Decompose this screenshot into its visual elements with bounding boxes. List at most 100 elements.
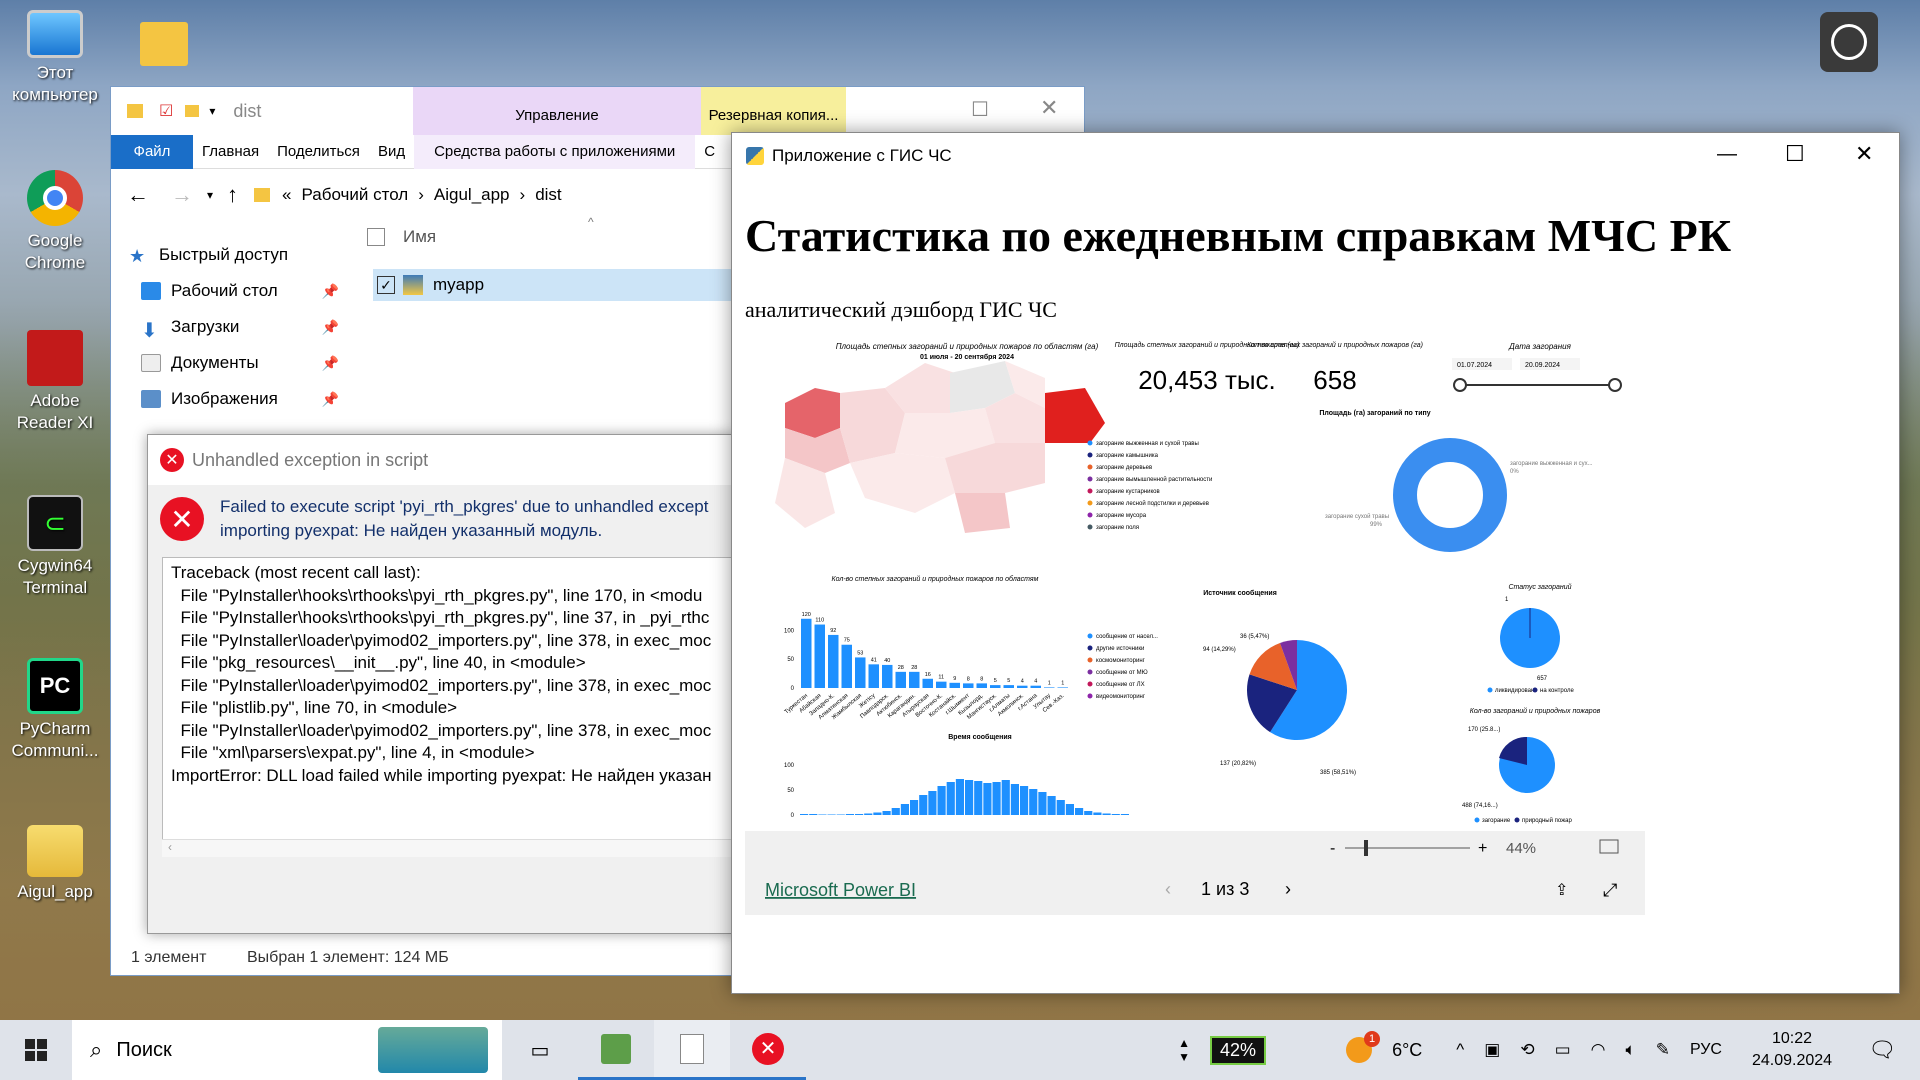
horizontal-scrollbar[interactable]: ‹ <box>162 839 752 857</box>
time-bar[interactable] <box>1001 780 1010 815</box>
time-bar[interactable] <box>864 813 873 816</box>
bar[interactable] <box>1044 687 1055 688</box>
battery-icon[interactable]: ▭ <box>1555 1040 1571 1060</box>
maximize-icon[interactable]: ☐ <box>971 97 989 122</box>
next-page-button[interactable]: › <box>1285 879 1291 899</box>
map-region[interactable] <box>850 453 955 513</box>
bar[interactable] <box>801 618 812 688</box>
time-bar[interactable] <box>1102 813 1111 816</box>
time-chart[interactable]: Время сообщения 0 50 100 <box>784 733 1129 819</box>
bar[interactable] <box>868 664 880 688</box>
map-region[interactable] <box>955 493 1010 533</box>
volume-icon[interactable]: 🔈︎ <box>1625 1040 1635 1060</box>
time-bar[interactable] <box>1093 812 1102 816</box>
file-checkbox[interactable]: ✓ <box>377 276 395 294</box>
date-slider-handle-end[interactable] <box>1608 378 1622 392</box>
desktop-icon-adobe-reader[interactable]: Adobe Reader XI <box>5 330 105 434</box>
fullscreen-icon[interactable]: ⤢ <box>1603 880 1618 900</box>
bar[interactable] <box>1057 687 1069 688</box>
time-bar[interactable] <box>974 781 983 815</box>
powerbi-link[interactable]: Microsoft Power BI <box>765 880 916 900</box>
breadcrumb-item[interactable]: dist <box>535 185 561 205</box>
map-region[interactable] <box>1045 388 1105 443</box>
new-folder-icon[interactable] <box>185 105 200 117</box>
nav-pictures[interactable]: Изображения 📌 <box>111 381 351 417</box>
clock[interactable]: 10:22 24.09.2024 <box>1742 1028 1842 1072</box>
time-bar[interactable] <box>955 779 964 815</box>
wifi-icon[interactable]: ◠ <box>1591 1040 1606 1060</box>
bar[interactable] <box>855 657 866 688</box>
bar[interactable] <box>990 685 1001 688</box>
time-bar[interactable] <box>946 782 955 815</box>
desktop-icon-pycharm[interactable]: PC PyCharm Communi... <box>5 658 105 762</box>
zoom-in-button[interactable]: + <box>1478 840 1487 857</box>
time-bar[interactable] <box>1084 811 1093 815</box>
user-folder-icon[interactable] <box>140 12 196 72</box>
taskbar-file-app[interactable] <box>654 1020 730 1080</box>
maximize-icon[interactable]: ☐ <box>1785 141 1805 167</box>
pen-icon[interactable]: ✎ <box>1656 1040 1670 1060</box>
bar[interactable] <box>976 683 988 688</box>
meet-icon[interactable]: ▣ <box>1484 1040 1500 1060</box>
time-bar[interactable] <box>983 783 992 815</box>
properties-icon[interactable]: ☑ <box>159 101 173 121</box>
quick-access-dropdown-icon[interactable]: ▾ <box>209 104 215 118</box>
forward-arrow-icon[interactable]: → <box>171 182 193 208</box>
time-bar[interactable] <box>1010 784 1019 815</box>
type-donut[interactable] <box>1393 438 1507 552</box>
time-bar[interactable] <box>809 814 818 815</box>
close-icon[interactable]: ✕ <box>1040 95 1058 121</box>
tab-file[interactable]: Файл <box>111 134 193 169</box>
traceback-textbox[interactable]: Traceback (most recent call last): File … <box>162 557 752 857</box>
time-bar[interactable] <box>937 786 946 815</box>
taskbar-explorer-app[interactable] <box>578 1020 654 1080</box>
desktop-icon-aigul-app[interactable]: Aigul_app <box>5 825 105 903</box>
time-bar[interactable] <box>1111 814 1120 815</box>
battery-indicator[interactable]: 42% <box>1210 1035 1267 1065</box>
time-bar[interactable] <box>818 814 827 816</box>
time-bar[interactable] <box>1047 796 1056 815</box>
breadcrumb[interactable]: « Рабочий стол › Aigul_app › dist <box>254 185 562 205</box>
time-bar[interactable] <box>800 814 809 815</box>
bar[interactable] <box>949 682 961 688</box>
context-tab-manage[interactable]: Управление <box>413 87 701 135</box>
select-all-checkbox[interactable] <box>367 228 385 246</box>
time-bar[interactable] <box>992 782 1001 815</box>
tab-app-tools[interactable]: Средства работы с приложениями <box>414 134 696 169</box>
time-bar[interactable] <box>1075 808 1084 815</box>
time-bar[interactable] <box>891 808 900 815</box>
bar[interactable] <box>841 644 853 688</box>
tab-home[interactable]: Главная <box>193 135 268 169</box>
nav-documents[interactable]: Документы 📌 <box>111 345 351 381</box>
bar[interactable] <box>1003 685 1015 688</box>
bar[interactable] <box>936 681 947 688</box>
time-bar[interactable] <box>1020 786 1029 815</box>
map-region[interactable] <box>785 388 840 438</box>
prev-page-button[interactable]: ‹ <box>1165 879 1171 899</box>
time-bar[interactable] <box>882 811 891 815</box>
time-bar[interactable] <box>900 804 909 815</box>
language-indicator[interactable]: РУС <box>1690 1041 1722 1059</box>
desktop-icon-this-pc[interactable]: Этот компьютер <box>5 10 105 106</box>
start-button[interactable] <box>0 1020 72 1080</box>
taskbar-error-app[interactable]: ✕ <box>730 1020 806 1080</box>
tray-scroll-icon[interactable]: ▲ ▼ <box>1178 1036 1190 1064</box>
up-arrow-icon[interactable]: ↑ <box>227 182 238 208</box>
powerbi-embed[interactable]: Площадь степных загораний и природных по… <box>745 333 1645 1043</box>
recent-dropdown-icon[interactable]: ▾ <box>207 188 213 202</box>
bar[interactable] <box>895 671 907 688</box>
pin-icon[interactable]: 📌 <box>322 283 339 300</box>
date-slider-handle-start[interactable] <box>1453 378 1467 392</box>
tab-share[interactable]: Поделиться <box>268 135 369 169</box>
breadcrumb-item[interactable]: Рабочий стол <box>302 185 409 205</box>
tab-backup-tools[interactable]: С <box>695 135 724 169</box>
time-bar[interactable] <box>1029 789 1038 815</box>
tab-view[interactable]: Вид <box>369 135 414 169</box>
source-pie-chart[interactable]: Источник сообщения 385 (58,51%) 137 (20,82… <box>1087 589 1357 776</box>
pin-icon[interactable]: 📌 <box>322 319 339 336</box>
desktop-icon-cygwin[interactable]: ⊂ Cygwin64 Terminal <box>5 495 105 599</box>
time-bar[interactable] <box>873 812 882 816</box>
time-bar[interactable] <box>827 814 836 816</box>
kazakhstan-map[interactable] <box>775 361 1105 533</box>
column-header-name[interactable]: Имя <box>367 227 436 247</box>
